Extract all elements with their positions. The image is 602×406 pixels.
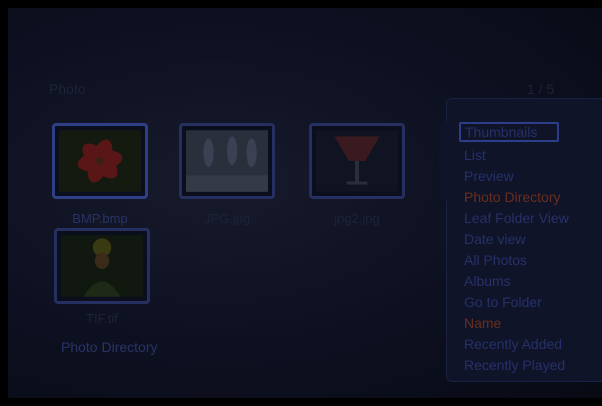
breadcrumb: Photo Directory [61, 339, 158, 355]
thumbnail-jpg2[interactable] [309, 123, 405, 199]
menu-item-albums[interactable]: Albums [464, 273, 511, 289]
menu-item-thumbnails[interactable]: Thumbnails [459, 122, 560, 142]
thumbnail-label: TIF.tif [86, 311, 118, 326]
menu-item-go-to-folder[interactable]: Go to Folder [464, 294, 542, 310]
flower-photo [59, 130, 141, 192]
menu-item-leaf-folder-view[interactable]: Leaf Folder View [464, 210, 569, 226]
dancers-photo [186, 130, 268, 192]
thumbnail-bmp[interactable] [52, 123, 148, 199]
view-options-menu: Thumbnails List Preview Photo Directory … [439, 98, 602, 382]
menu-tab [439, 121, 451, 201]
menu-item-recently-added[interactable]: Recently Added [464, 336, 562, 352]
menu-item-recently-played[interactable]: Recently Played [464, 357, 565, 373]
section-title: Photo [49, 81, 86, 97]
page-indicator: 1 / 5 [527, 81, 555, 97]
thumbnail-tif[interactable] [54, 228, 150, 304]
portrait-photo [61, 235, 143, 297]
thumbnail-label: jpg2.jpg [334, 211, 380, 226]
menu-item-all-photos[interactable]: All Photos [464, 252, 527, 268]
thumbnail-jpg[interactable] [179, 123, 275, 199]
menu-item-name[interactable]: Name [464, 315, 501, 331]
menu-item-preview[interactable]: Preview [464, 168, 514, 184]
menu-item-list[interactable]: List [464, 147, 486, 163]
menu-item-photo-directory[interactable]: Photo Directory [464, 189, 560, 205]
thumbnail-label: BMP.bmp [72, 211, 128, 226]
thumbnail-label: JPG.jpg [203, 211, 251, 226]
photo-browser: Photo 1 / 5 BMP.bmp JPG.jpg jpg2.jpg TIF… [8, 8, 602, 398]
wine-glass-photo [316, 130, 398, 192]
menu-item-date-view[interactable]: Date view [464, 231, 525, 247]
tv-screen: Photo 1 / 5 BMP.bmp JPG.jpg jpg2.jpg TIF… [0, 0, 602, 406]
